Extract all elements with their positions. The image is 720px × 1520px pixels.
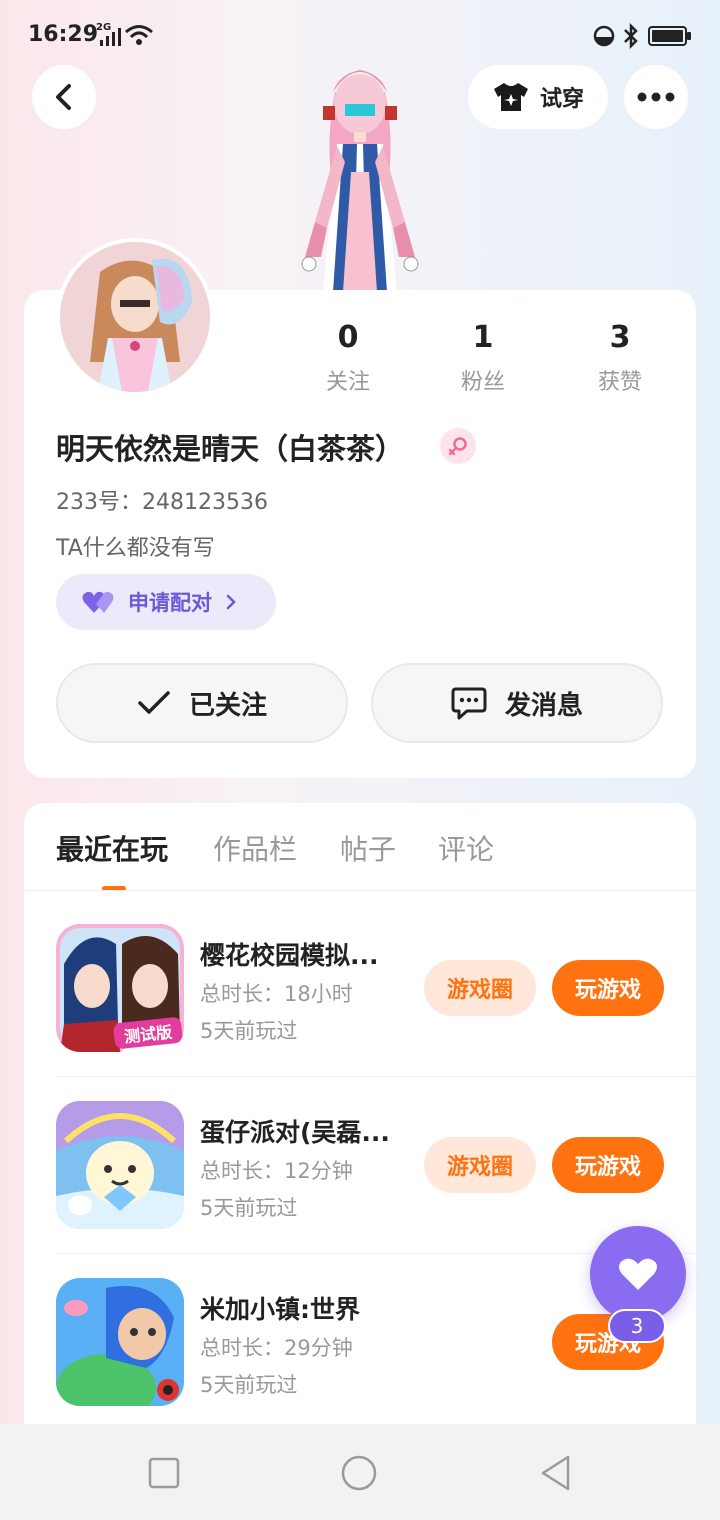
game-duration: 总时长：18小时 (200, 982, 353, 1006)
wifi-icon (125, 25, 153, 45)
game-duration: 总时长：12分钟 (200, 1159, 353, 1183)
likes-stat[interactable]: 3 获赞 (565, 318, 675, 396)
back-nav-icon[interactable] (538, 1454, 574, 1492)
apply-pair-button[interactable]: 申请配对 (56, 574, 276, 630)
status-time: 16:29 (28, 22, 99, 47)
user-id: 233号：248123536 (56, 490, 268, 515)
send-message-button[interactable]: 发消息 (371, 663, 663, 743)
followed-label: 已关注 (188, 690, 267, 721)
game-name: 樱花校园模拟... (200, 941, 379, 970)
double-heart-icon (82, 591, 114, 613)
more-button[interactable] (624, 65, 688, 129)
female-icon (448, 437, 467, 456)
game-last-played: 5天前玩过 (200, 1019, 298, 1043)
try-on-button[interactable]: 试穿 (468, 65, 608, 129)
chat-bubble-icon (451, 687, 487, 720)
game-last-played: 5天前玩过 (200, 1373, 298, 1397)
battery-icon (648, 26, 691, 46)
tshirt-icon (493, 83, 528, 111)
tab-recently-played[interactable]: 最近在玩 (56, 828, 168, 868)
game-icon-miga-town[interactable] (56, 1278, 184, 1406)
recent-apps-icon[interactable] (148, 1457, 180, 1489)
chevron-left-icon (56, 84, 71, 110)
game-name: 蛋仔派对(吴磊... (200, 1118, 390, 1147)
avatar[interactable] (56, 238, 214, 396)
game-circle-button[interactable]: 游戏圈 (424, 1137, 536, 1193)
following-label: 关注 (325, 370, 370, 395)
following-stat[interactable]: 0 关注 (293, 318, 403, 396)
game-last-played: 5天前玩过 (200, 1196, 298, 1220)
nickname: 明天依然是晴天（白茶茶） (56, 432, 405, 466)
likes-label: 获赞 (597, 370, 642, 395)
apply-pair-label: 申请配对 (128, 591, 212, 615)
fans-stat[interactable]: 1 粉丝 (428, 318, 538, 396)
avatar-image (60, 242, 210, 392)
game-duration: 总时长：29分钟 (200, 1336, 353, 1360)
game-row[interactable]: 测试版 樱花校园模拟... 总时长：18小时 5天前玩过 游戏圈 玩游戏 (24, 900, 696, 1076)
tab-comments[interactable]: 评论 (438, 828, 494, 868)
following-count: 0 (337, 320, 359, 355)
bluetooth-icon (624, 23, 638, 49)
system-nav-bar (0, 1424, 720, 1520)
tab-divider (24, 890, 696, 891)
dnd-icon (593, 25, 615, 47)
tab-works[interactable]: 作品栏 (213, 828, 297, 868)
back-button[interactable] (32, 65, 96, 129)
more-dots-icon (637, 92, 675, 102)
fans-label: 粉丝 (460, 370, 505, 395)
home-icon[interactable] (340, 1454, 378, 1492)
heart-icon (619, 1258, 657, 1290)
signal-icon (100, 28, 121, 46)
like-count-badge: 3 (608, 1309, 666, 1343)
followed-button[interactable]: 已关注 (56, 663, 348, 743)
game-name: 米加小镇:世界 (200, 1295, 360, 1324)
profile-stats: 0 关注 1 粉丝 3 获赞 (280, 318, 680, 398)
game-circle-button[interactable]: 游戏圈 (424, 960, 536, 1016)
tab-posts[interactable]: 帖子 (340, 828, 396, 868)
character-avatar-figure[interactable] (285, 52, 435, 292)
chevron-right-icon (226, 594, 236, 610)
bio: TA什么都没有写 (56, 536, 215, 561)
gender-badge (440, 428, 476, 464)
game-icon-eggy-party[interactable] (56, 1101, 184, 1229)
floating-like-button[interactable] (590, 1226, 686, 1322)
play-game-button[interactable]: 玩游戏 (552, 1137, 664, 1193)
likes-count: 3 (609, 320, 631, 355)
fans-count: 1 (472, 320, 494, 355)
game-row[interactable]: 蛋仔派对(吴磊... 总时长：12分钟 5天前玩过 游戏圈 玩游戏 (24, 1077, 696, 1253)
game-icon-sakura[interactable]: 测试版 (56, 924, 184, 1052)
send-message-label: 发消息 (504, 690, 583, 721)
play-game-button[interactable]: 玩游戏 (552, 960, 664, 1016)
check-icon (138, 691, 170, 714)
try-on-label: 试穿 (539, 87, 584, 112)
